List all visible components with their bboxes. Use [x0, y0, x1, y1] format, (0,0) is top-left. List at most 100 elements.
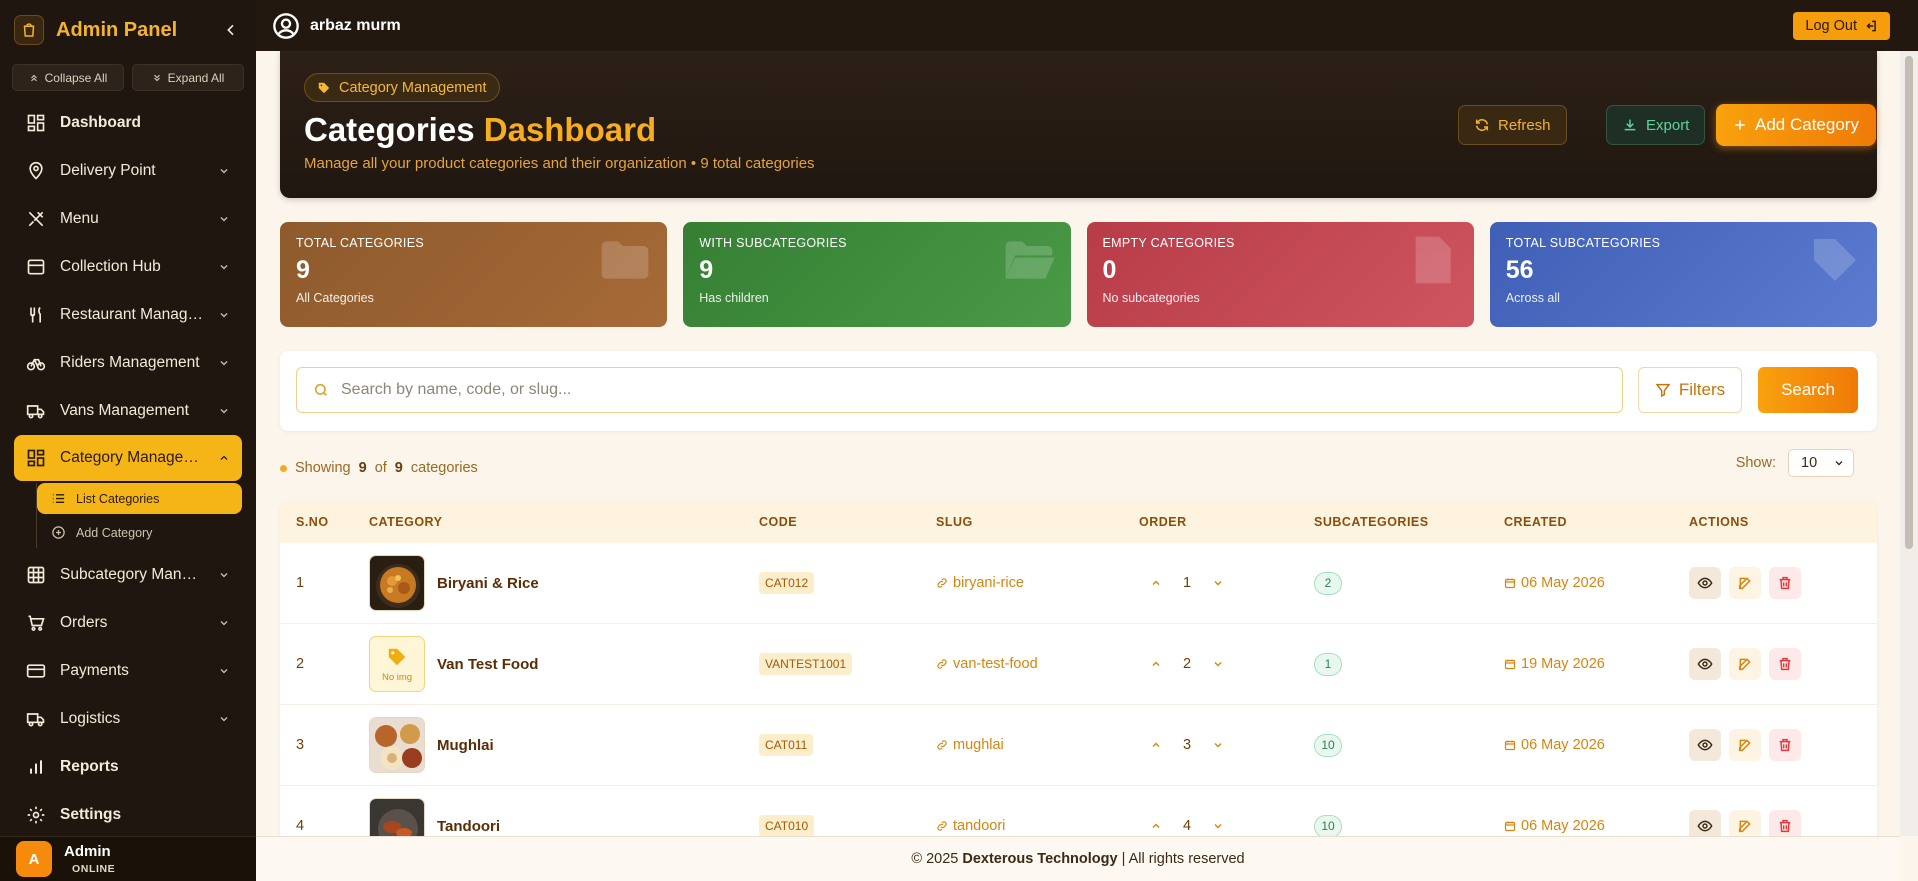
category-image-tandoori	[369, 798, 425, 836]
footer: © 2025 Dexterous Technology | All rights…	[256, 836, 1900, 881]
sidebar-item-label: Reports	[60, 758, 119, 775]
col-header-actions: ACTIONS	[1689, 515, 1749, 529]
sidebar-subitem-add-category[interactable]: Add Category	[37, 517, 242, 548]
sidebar-item-delivery-point[interactable]: Delivery Point	[0, 147, 256, 195]
delete-button[interactable]	[1769, 810, 1801, 836]
chevron-down-icon	[220, 217, 228, 222]
stat-sub: All Categories	[296, 291, 374, 305]
search-box[interactable]	[296, 367, 1623, 413]
sidebar-item-riders-management[interactable]: Riders Management	[0, 339, 256, 387]
view-button[interactable]	[1689, 810, 1721, 836]
tag-icon	[318, 82, 330, 93]
user-status: ONLINE	[72, 863, 116, 875]
view-button[interactable]	[1689, 567, 1721, 599]
search-input[interactable]	[341, 381, 1606, 399]
sidebar-item-category-management[interactable]: Category Management	[14, 435, 242, 481]
chevron-down-icon	[220, 169, 228, 174]
logout-label: Log Out	[1805, 17, 1857, 34]
slug-text: mughlai	[953, 737, 1004, 753]
order-up-button[interactable]	[1139, 658, 1173, 670]
col-header-order: ORDER	[1139, 515, 1187, 529]
fork-knife-icon	[30, 306, 41, 323]
sidebar-item-label: Settings	[60, 806, 122, 823]
filter-icon	[1655, 383, 1671, 398]
delete-button[interactable]	[1769, 567, 1801, 599]
order-down-button[interactable]	[1201, 820, 1235, 832]
sidebar-item-settings[interactable]: Settings	[0, 791, 256, 839]
order-down-button[interactable]	[1201, 739, 1235, 751]
col-header-subcategories: SUBCATEGORIES	[1314, 515, 1429, 529]
sidebar-user[interactable]: A Admin ONLINE	[0, 836, 256, 881]
table-row: 1 Biryani & Rice CAT012 biryani-rice 1 2…	[280, 543, 1877, 624]
created-date: 19 May 2026	[1521, 656, 1605, 672]
delete-button[interactable]	[1769, 648, 1801, 680]
sidebar-item-logistics[interactable]: Logistics	[0, 695, 256, 743]
view-button[interactable]	[1689, 729, 1721, 761]
expand-all-button[interactable]: Expand All	[132, 64, 244, 91]
folder-icon	[601, 241, 649, 279]
sidebar-item-payments[interactable]: Payments	[0, 647, 256, 695]
chevron-up-icon	[220, 455, 228, 460]
sidebar-item-restaurant-management[interactable]: Restaurant Managem…	[0, 291, 256, 339]
row-sno: 2	[296, 656, 305, 672]
sidebar-subitem-list-categories[interactable]: List Categories	[37, 483, 242, 514]
sidebar: Admin Panel Collapse All Expand All Dash…	[0, 0, 256, 881]
category-name[interactable]: Biryani & Rice	[437, 575, 539, 592]
chevron-down-icon	[1214, 824, 1222, 829]
table-row: 2 No img Van Test Food VANTEST1001 van-t…	[280, 624, 1877, 705]
category-name[interactable]: Tandoori	[437, 818, 500, 835]
link-icon	[937, 659, 947, 669]
edit-button[interactable]	[1729, 567, 1761, 599]
category-name[interactable]: Mughlai	[437, 737, 494, 754]
main-content: Category Management Categories Dashboard…	[256, 51, 1900, 836]
download-icon	[1624, 119, 1636, 131]
category-name[interactable]: Van Test Food	[437, 656, 538, 673]
showing-prefix: Showing	[295, 460, 351, 476]
add-category-button[interactable]: Add Category	[1716, 104, 1876, 146]
sidebar-item-vans-management[interactable]: Vans Management	[0, 387, 256, 435]
sidebar-item-label: Orders	[60, 614, 108, 631]
filters-button[interactable]: Filters	[1638, 367, 1742, 413]
link-icon	[937, 740, 947, 750]
page-scrollbar[interactable]	[1900, 51, 1918, 836]
chevron-down-icon	[1214, 581, 1222, 586]
sidebar-item-dashboard[interactable]: Dashboard	[0, 99, 256, 147]
sidebar-item-orders[interactable]: Orders	[0, 599, 256, 647]
scrollbar-thumb[interactable]	[1905, 56, 1913, 549]
sidebar-item-menu[interactable]: Menu	[0, 195, 256, 243]
sidebar-title: Admin Panel	[56, 18, 178, 41]
edit-button[interactable]	[1729, 729, 1761, 761]
sidebar-item-subcategory-management[interactable]: Subcategory Manage…	[0, 551, 256, 599]
showing-suffix: categories	[410, 460, 478, 476]
subitem-label: Add Category	[76, 525, 153, 540]
chevron-up-icon	[1152, 661, 1160, 666]
logout-icon	[1866, 20, 1876, 31]
results-count: Showing 9 of 9 categories	[280, 460, 478, 476]
order-up-button[interactable]	[1139, 577, 1173, 589]
refresh-button[interactable]: Refresh	[1458, 105, 1567, 145]
order-down-button[interactable]	[1201, 577, 1235, 589]
view-button[interactable]	[1689, 648, 1721, 680]
created-date: 06 May 2026	[1521, 818, 1605, 834]
sidebar-item-collection-hub[interactable]: Collection Hub	[0, 243, 256, 291]
link-icon	[937, 578, 947, 588]
delete-button[interactable]	[1769, 729, 1801, 761]
order-up-button[interactable]	[1139, 820, 1173, 832]
sidebar-item-reports[interactable]: Reports	[0, 743, 256, 791]
edit-button[interactable]	[1729, 648, 1761, 680]
hero-banner: Category Management Categories Dashboard…	[280, 51, 1877, 198]
edit-button[interactable]	[1729, 810, 1761, 836]
logout-button[interactable]: Log Out	[1793, 11, 1890, 40]
col-header-category: CATEGORY	[369, 515, 443, 529]
collapse-all-button[interactable]: Collapse All	[12, 64, 124, 91]
trash-icon	[1779, 657, 1791, 671]
order-up-button[interactable]	[1139, 739, 1173, 751]
page-size-select[interactable]: 10	[1788, 449, 1854, 477]
order-down-button[interactable]	[1201, 658, 1235, 670]
gear-icon	[27, 806, 45, 824]
export-button[interactable]: Export	[1606, 105, 1706, 145]
chevron-left-icon[interactable]	[220, 19, 242, 41]
search-button[interactable]: Search	[1758, 367, 1858, 413]
table-icon	[27, 566, 45, 584]
trash-icon	[1779, 738, 1791, 752]
